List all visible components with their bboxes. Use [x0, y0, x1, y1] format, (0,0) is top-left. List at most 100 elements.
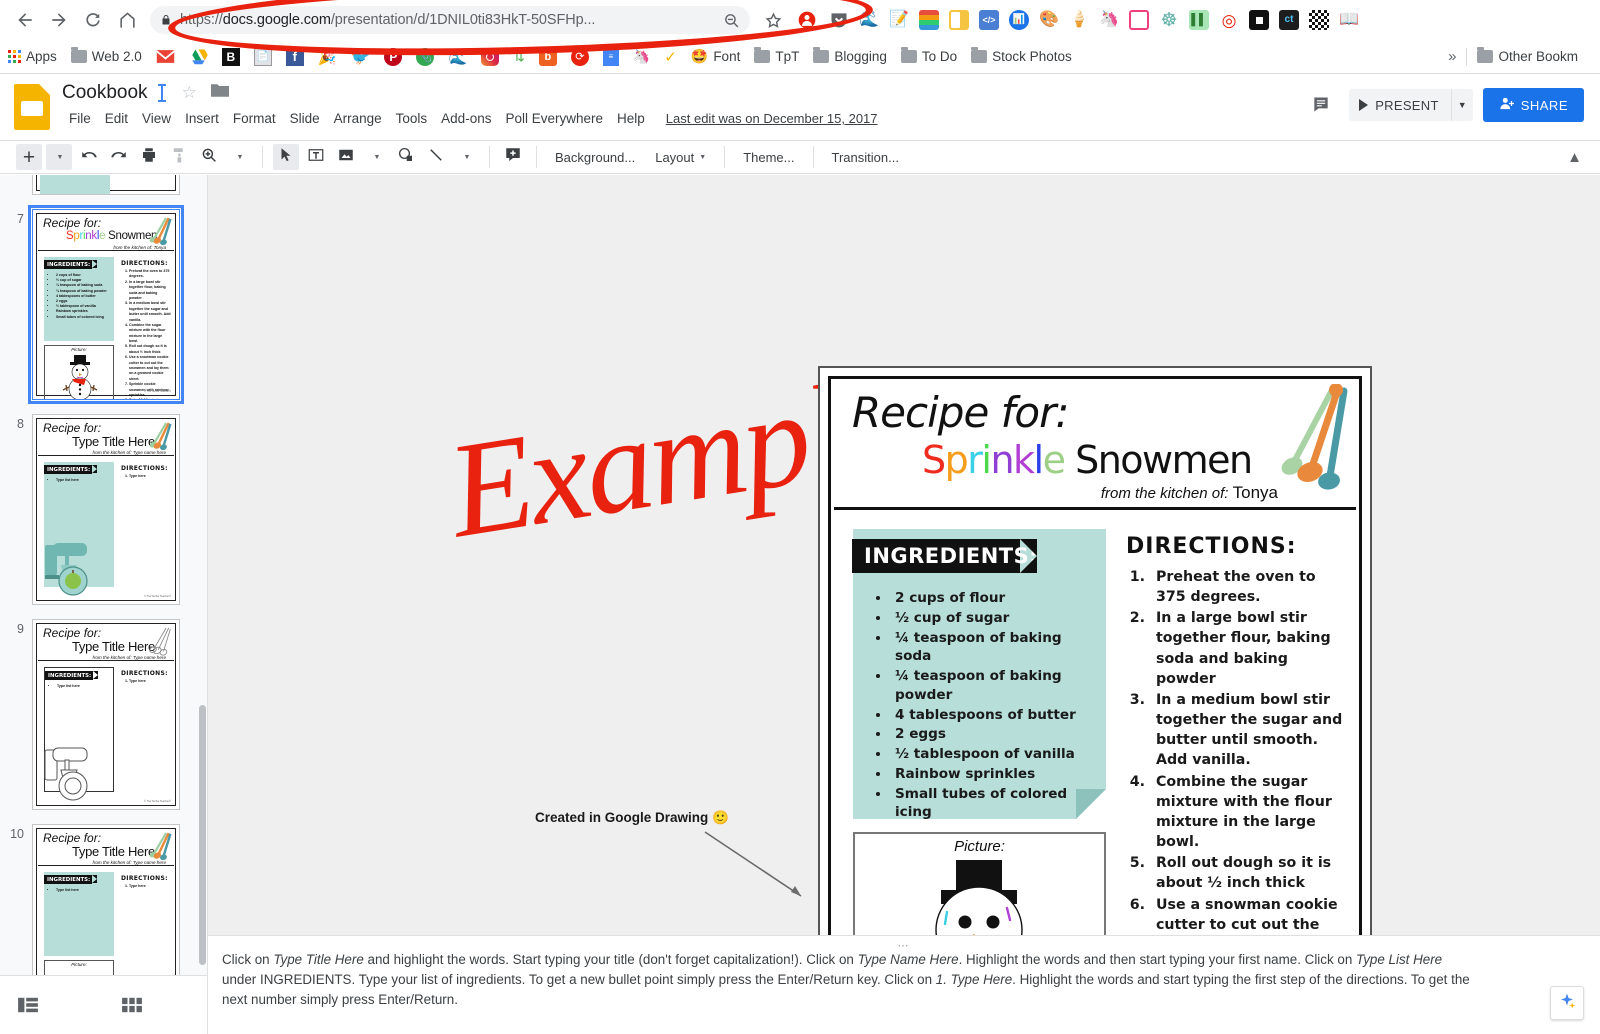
slide-filmstrip[interactable]: 7 Recipe for: Sprinkle Snowmen from the … — [0, 175, 208, 975]
bookmark-check[interactable]: ✓ — [664, 48, 677, 66]
back-arrow-icon[interactable] — [8, 3, 42, 37]
slide-thumbnail-9[interactable]: Recipe for: Type Title Here from the kit… — [32, 619, 180, 810]
ingredients-list[interactable]: 2 cups of flour ½ cup of sugar ¼ teaspoo… — [891, 589, 1098, 823]
evernote-extension[interactable]: 📝 — [886, 7, 912, 33]
forward-arrow-icon[interactable] — [42, 3, 76, 37]
slide-canvas[interactable]: Example Created in Google Drawing 🙂 Reci… — [208, 175, 1600, 1034]
share-button[interactable]: SHARE — [1482, 88, 1584, 122]
slide-thumbnail[interactable] — [32, 175, 180, 195]
bookmark-stock-photos[interactable]: Stock Photos — [971, 47, 1072, 64]
bookmark-rocket[interactable]: 🦄 — [633, 48, 650, 65]
bookmark-periscope[interactable]: 🎉 — [318, 48, 337, 66]
apps-shortcut[interactable]: Apps — [8, 49, 57, 64]
address-bar[interactable]: https://docs.google.com/presentation/d/1… — [150, 6, 750, 34]
menu-poll-everywhere[interactable]: Poll Everywhere — [498, 108, 610, 129]
thumbnail-row-8[interactable]: 8 Recipe for: Type Title Here from the k… — [0, 407, 207, 612]
bookmark-todo[interactable]: To Do — [900, 47, 957, 64]
bookmark-flame[interactable]: 🌊 — [448, 48, 467, 66]
new-slide-button[interactable]: + — [16, 144, 42, 170]
palette-extension[interactable]: 🎨 — [1036, 7, 1062, 33]
print-button[interactable] — [136, 144, 162, 170]
menu-view[interactable]: View — [135, 108, 178, 129]
background-button[interactable]: Background... — [545, 144, 645, 170]
bookmark-blogger[interactable]: B — [221, 47, 240, 66]
zoom-out-icon[interactable] — [723, 12, 740, 29]
add-comment-button[interactable] — [500, 144, 526, 170]
menu-file[interactable]: File — [62, 108, 98, 129]
bookmark-notes[interactable]: 📄 — [253, 47, 272, 66]
collapse-toolbar-button[interactable]: ▲ — [1567, 149, 1582, 166]
zoom-button[interactable] — [196, 144, 222, 170]
home-icon[interactable] — [110, 3, 144, 37]
bookmark-gmail[interactable] — [156, 49, 175, 64]
select-tool-button[interactable] — [273, 144, 299, 170]
current-slide[interactable]: Recipe for: Sprinkle Snowmen from the ki… — [818, 366, 1372, 1034]
ct-extension[interactable]: ct — [1276, 7, 1302, 33]
last-edit-link[interactable]: Last edit was on December 15, 2017 — [666, 111, 878, 126]
reader-extension[interactable]: 📖 — [1336, 7, 1362, 33]
explore-button[interactable] — [1550, 986, 1584, 1020]
slide-thumbnail-8[interactable]: Recipe for: Type Title Here from the kit… — [32, 414, 180, 605]
menu-slide[interactable]: Slide — [283, 108, 327, 129]
profile-icon[interactable] — [790, 3, 824, 37]
analytics-extension[interactable]: 📊 — [1006, 7, 1032, 33]
menu-tools[interactable]: Tools — [389, 108, 435, 129]
bookmark-blogging[interactable]: Blogging — [813, 47, 887, 64]
square-extension[interactable] — [1126, 7, 1152, 33]
qrcode-extension[interactable] — [1306, 7, 1332, 33]
line-tool-button[interactable] — [423, 144, 449, 170]
new-slide-options-button[interactable]: ▼ — [46, 144, 72, 170]
filmstrip-scrollbar[interactable] — [199, 705, 206, 965]
other-bookmarks-button[interactable]: Other Bookm — [1477, 47, 1578, 64]
bookmark-tpt[interactable]: TpT — [754, 47, 799, 64]
menu-arrange[interactable]: Arrange — [327, 108, 389, 129]
code-extension[interactable]: </> — [976, 7, 1002, 33]
zoom-options-button[interactable]: ▼ — [226, 144, 252, 170]
bookmark-opera[interactable]: ⟳ — [570, 47, 589, 66]
broadcast-extension[interactable]: ◎ — [1216, 7, 1242, 33]
thumbnail-row-9[interactable]: 9 Recipe for: Type Title Here from the k… — [0, 612, 207, 817]
star-outline-icon[interactable]: ☆ — [182, 83, 197, 103]
menu-help[interactable]: Help — [610, 108, 652, 129]
black-square-extension[interactable] — [1246, 7, 1272, 33]
bookmark-font[interactable]: 🤩 Font — [691, 48, 740, 65]
transition-button[interactable]: Transition... — [822, 144, 909, 170]
bookmark-pinterest[interactable]: P — [384, 47, 403, 66]
insert-image-options-button[interactable]: ▼ — [363, 144, 389, 170]
bookmark-arrows[interactable]: ⇅ — [513, 48, 525, 65]
document-title[interactable]: Cookbook — [62, 82, 148, 104]
insert-image-button[interactable] — [333, 144, 359, 170]
undo-button[interactable] — [76, 144, 102, 170]
textbox-tool-button[interactable] — [303, 144, 329, 170]
move-to-folder-icon[interactable] — [210, 83, 229, 103]
bookmark-drive[interactable] — [189, 48, 208, 65]
grammarly-extension[interactable]: 🌊 — [856, 7, 882, 33]
comment-icon[interactable] — [1311, 95, 1331, 115]
bookmark-docs[interactable]: ≡ — [602, 47, 619, 66]
contacts-extension[interactable] — [946, 7, 972, 33]
slide-thumbnail-10[interactable]: Recipe for: Type Title Here from the kit… — [32, 824, 180, 975]
menu-insert[interactable]: Insert — [178, 108, 226, 129]
reload-icon[interactable] — [76, 3, 110, 37]
bookmark-twitter[interactable]: 🐦 — [351, 47, 371, 67]
unicorn-extension[interactable]: 🦄 — [1096, 7, 1122, 33]
paint-format-button[interactable] — [166, 144, 192, 170]
speaker-notes-pane[interactable]: ⋯ Click on Type Title Here and highlight… — [208, 935, 1600, 1034]
theme-button[interactable]: Theme... — [733, 144, 804, 170]
bookshelf-extension[interactable] — [916, 7, 942, 33]
pocket-extension[interactable] — [826, 7, 852, 33]
filmstrip-view-icon[interactable] — [0, 996, 56, 1014]
bookmark-instagram[interactable] — [481, 47, 500, 66]
bookmark-star-icon[interactable] — [756, 3, 790, 37]
google-slides-logo[interactable] — [14, 84, 50, 130]
bookmark-web20[interactable]: Web 2.0 — [70, 47, 142, 64]
bookmark-bitly[interactable]: b — [538, 47, 557, 66]
menu-format[interactable]: Format — [226, 108, 283, 129]
thumbnail-row-10[interactable]: 10 Recipe for: Type Title Here from the … — [0, 817, 207, 975]
thumbnail-row-7[interactable]: 7 Recipe for: Sprinkle Snowmen from the … — [0, 202, 207, 407]
grid-view-icon[interactable] — [104, 996, 160, 1014]
present-button[interactable]: PRESENT — [1349, 89, 1451, 121]
popsicle-extension[interactable]: 🍦 — [1066, 7, 1092, 33]
redo-button[interactable] — [106, 144, 132, 170]
audio-extension[interactable]: ▌▌ — [1186, 7, 1212, 33]
